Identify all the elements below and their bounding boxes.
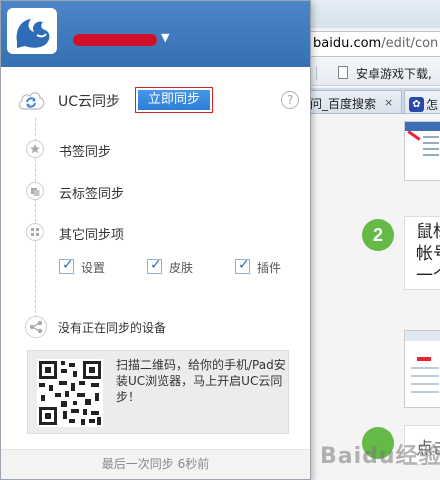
panel-header: ▼ <box>1 1 310 67</box>
option-label: 皮肤 <box>169 261 194 275</box>
qr-code <box>37 359 103 427</box>
address-host: baidu.com <box>313 36 382 51</box>
sync-header-row: UC云同步 立即同步 ? <box>17 87 299 115</box>
sync-title: UC云同步 <box>58 94 121 110</box>
tab-label: 问_百度搜索 <box>310 97 377 111</box>
account-name-redacted[interactable] <box>73 34 157 46</box>
cloud-sync-icon <box>17 89 45 111</box>
option-label: 插件 <box>257 261 282 275</box>
checkmark-icon: ✓ <box>62 257 74 273</box>
sync-item-bookmarks[interactable]: 书签同步 <box>59 141 111 160</box>
screenshot-thumbnail[interactable] <box>404 330 440 408</box>
address-path: /edit/con <box>381 36 439 51</box>
step-text-line: 一个 <box>416 266 440 286</box>
sync-now-button[interactable]: 立即同步 <box>135 87 213 113</box>
tab-baidu[interactable]: ✿ 怎 <box>404 90 440 114</box>
skin-checkbox[interactable]: ✓ <box>147 257 162 274</box>
step-text-line: 帐号 <box>416 244 440 264</box>
baidu-watermark: Baidu经验 <box>320 444 440 469</box>
baidu-paw-icon: ✿ <box>409 97 424 112</box>
tab-label: 怎 <box>426 98 439 112</box>
screenshot-thumbnail[interactable] <box>404 121 440 181</box>
checkmark-icon: ✓ <box>150 257 162 273</box>
checkmark-icon: ✓ <box>238 257 250 273</box>
step-text-line: 鼠标 <box>416 222 440 242</box>
grid-icon <box>26 223 44 241</box>
document-icon <box>338 66 348 79</box>
cloud-sync-panel: ▼ UC云同步 立即同步 ? 书签同步 云标签同步 其它同步项 ✓ 设置 ✓ 皮… <box>0 0 311 480</box>
qr-promo-box: 扫描二维码，给你的手机/Pad安装UC浏览器，马上开启UC云同步！ <box>27 350 289 434</box>
address-bar[interactable]: baidu.com/edit/con <box>308 31 440 57</box>
step-text: 鼠标 帐号 一个 <box>404 216 440 290</box>
chevron-down-icon[interactable]: ▼ <box>161 31 169 44</box>
bookmarks-separator <box>316 66 317 80</box>
qr-instructions: 扫描二维码，给你的手机/Pad安装UC浏览器，马上开启UC云同步！ <box>116 358 286 404</box>
sync-item-other[interactable]: 其它同步项 <box>59 224 124 243</box>
tab-close-icon[interactable]: × <box>384 96 393 109</box>
sync-item-cloud-tabs[interactable]: 云标签同步 <box>59 183 124 202</box>
device-status: 没有正在同步的设备 <box>58 321 167 335</box>
last-sync-footer: 最后一次同步 6秒前 <box>1 449 310 479</box>
sync-now-label: 立即同步 <box>138 90 210 110</box>
uc-browser-logo <box>7 8 57 54</box>
screenshot: baidu.com/edit/con 安卓游戏下载, 问_百度搜索 × ✿ 怎 2… <box>0 0 440 480</box>
share-icon <box>25 316 47 338</box>
plugins-checkbox[interactable]: ✓ <box>235 257 250 274</box>
bookmark-item[interactable]: 安卓游戏下载, <box>356 65 432 82</box>
step-number-badge: 2 <box>362 219 394 251</box>
help-icon[interactable]: ? <box>281 91 299 109</box>
option-label: 设置 <box>81 261 106 275</box>
cloud-tabs-icon <box>26 182 44 200</box>
star-icon <box>26 140 44 158</box>
settings-checkbox[interactable]: ✓ <box>59 257 74 274</box>
